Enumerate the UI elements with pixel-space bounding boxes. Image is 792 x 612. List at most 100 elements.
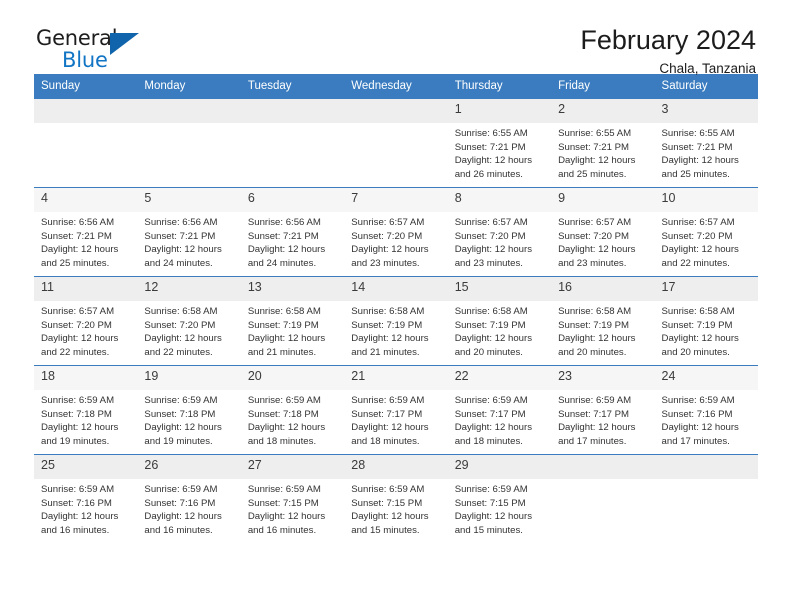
sunset-text: Sunset: 7:21 PM	[454, 141, 526, 153]
calendar-week-row: 11 Sunrise: 6:57 AM Sunset: 7:20 PM Dayligh…	[34, 276, 758, 366]
calendar-day-cell[interactable]: 15 Sunrise: 6:58 AM Sunset: 7:19 PM Dayligh…	[447, 276, 552, 366]
daylight-text-line1: Daylight: 12 hours	[351, 511, 429, 523]
daylight-text-line1: Daylight: 12 hours	[247, 511, 326, 523]
sunrise-text: Sunrise: 6:59 AM	[558, 395, 632, 406]
calendar-day-cell[interactable]: 9 Sunrise: 6:57 AM Sunset: 7:20 PM Daylight…	[551, 187, 655, 277]
daylight-text-line2: and 25 minutes.	[558, 168, 627, 180]
daylight-text-line2: and 24 minutes.	[144, 257, 213, 269]
page-title: February 2024	[580, 25, 756, 55]
calendar-body: 1 Sunrise: 6:55 AM Sunset: 7:21 PM Daylight…	[34, 98, 758, 544]
daylight-text-line2: and 22 minutes.	[41, 346, 110, 358]
sunrise-text: Sunrise: 6:57 AM	[351, 217, 425, 228]
sunrise-text: Sunrise: 6:55 AM	[558, 128, 632, 139]
sunrise-text: Sunrise: 6:58 AM	[247, 306, 321, 317]
daylight-text-line1: Daylight: 12 hours	[41, 511, 119, 523]
calendar-day-cell[interactable]: 1 Sunrise: 6:55 AM Sunset: 7:21 PM Daylight…	[447, 98, 552, 188]
calendar-day-cell[interactable]: 5 Sunrise: 6:56 AM Sunset: 7:21 PM Daylight…	[137, 187, 241, 277]
calendar-day-cell[interactable]: 3 Sunrise: 6:55 AM Sunset: 7:21 PM Daylight…	[654, 98, 758, 188]
daylight-text-line2: and 19 minutes.	[144, 435, 213, 447]
daylight-text-line1: Daylight: 12 hours	[558, 155, 636, 167]
daylight-text-line2: and 18 minutes.	[247, 435, 317, 447]
sunset-text: Sunset: 7:19 PM	[351, 319, 423, 331]
sunset-text: Sunset: 7:20 PM	[351, 230, 423, 242]
calendar-day-cell[interactable]: 21 Sunrise: 6:59 AM Sunset: 7:17 PM Dayligh…	[344, 365, 448, 455]
day-details: Sunrise: 6:59 AM Sunset: 7:18 PM Daylight:…	[137, 390, 240, 448]
sunset-text: Sunset: 7:18 PM	[247, 408, 319, 420]
day-number: 3	[654, 99, 758, 123]
sunrise-text: Sunrise: 6:59 AM	[454, 395, 528, 406]
sunrise-text: Sunrise: 6:59 AM	[41, 484, 115, 495]
calendar-day-cell[interactable]: 22 Sunrise: 6:59 AM Sunset: 7:17 PM Dayligh…	[447, 365, 552, 455]
daylight-text-line1: Daylight: 12 hours	[351, 333, 429, 345]
daylight-text-line1: Daylight: 12 hours	[661, 244, 739, 256]
daylight-text-line1: Daylight: 12 hours	[661, 422, 739, 434]
day-number	[551, 455, 655, 479]
calendar-day-cell[interactable]: 2 Sunrise: 6:55 AM Sunset: 7:21 PM Daylight…	[551, 98, 655, 188]
day-details: Sunrise: 6:59 AM Sunset: 7:17 PM Daylight:…	[551, 390, 654, 448]
calendar-day-cell[interactable]: 11 Sunrise: 6:57 AM Sunset: 7:20 PM Dayligh…	[34, 276, 138, 366]
calendar-day-cell[interactable]: 16 Sunrise: 6:58 AM Sunset: 7:19 PM Dayligh…	[551, 276, 655, 366]
day-number: 2	[551, 99, 655, 123]
calendar-page: General Blue February 2024 Chala, Tanzan…	[0, 0, 792, 612]
calendar-day-cell[interactable]: 7 Sunrise: 6:57 AM Sunset: 7:20 PM Daylight…	[344, 187, 448, 277]
calendar-day-cell[interactable]: 19 Sunrise: 6:59 AM Sunset: 7:18 PM Dayligh…	[137, 365, 241, 455]
daylight-text-line1: Daylight: 12 hours	[558, 422, 636, 434]
day-number: 14	[344, 277, 448, 301]
calendar-day-cell[interactable]: 29 Sunrise: 6:59 AM Sunset: 7:15 PM Dayligh…	[447, 454, 552, 544]
calendar-day-cell-empty	[551, 454, 655, 544]
calendar-day-cell[interactable]: 28 Sunrise: 6:59 AM Sunset: 7:15 PM Dayligh…	[344, 454, 448, 544]
sunset-text: Sunset: 7:17 PM	[351, 408, 423, 420]
calendar-day-cell[interactable]: 4 Sunrise: 6:56 AM Sunset: 7:21 PM Daylight…	[34, 187, 138, 277]
day-number: 5	[137, 188, 241, 212]
sunset-text: Sunset: 7:20 PM	[144, 319, 216, 331]
calendar-week-row: 4 Sunrise: 6:56 AM Sunset: 7:21 PM Daylight…	[34, 187, 758, 277]
sunrise-text: Sunrise: 6:55 AM	[454, 128, 528, 139]
sunset-text: Sunset: 7:21 PM	[144, 230, 216, 242]
daylight-text-line2: and 23 minutes.	[454, 257, 523, 269]
day-details: Sunrise: 6:55 AM Sunset: 7:21 PM Daylight:…	[655, 123, 758, 181]
sunrise-text: Sunrise: 6:56 AM	[144, 217, 218, 228]
daylight-text-line1: Daylight: 12 hours	[41, 244, 119, 256]
day-details: Sunrise: 6:59 AM Sunset: 7:15 PM Daylight:…	[344, 479, 447, 537]
sunrise-text: Sunrise: 6:59 AM	[247, 395, 321, 406]
calendar-day-cell[interactable]: 12 Sunrise: 6:58 AM Sunset: 7:20 PM Dayligh…	[137, 276, 241, 366]
day-number: 7	[344, 188, 448, 212]
calendar-week-row: 1 Sunrise: 6:55 AM Sunset: 7:21 PM Daylight…	[34, 98, 758, 188]
day-number: 21	[344, 366, 448, 390]
calendar-day-cell[interactable]: 17 Sunrise: 6:58 AM Sunset: 7:19 PM Dayligh…	[654, 276, 758, 366]
daylight-text-line2: and 21 minutes.	[351, 346, 420, 358]
day-details: Sunrise: 6:58 AM Sunset: 7:19 PM Daylight:…	[655, 301, 758, 359]
day-number: 17	[654, 277, 758, 301]
calendar-day-cell[interactable]: 10 Sunrise: 6:57 AM Sunset: 7:20 PM Dayligh…	[654, 187, 758, 277]
calendar-day-cell[interactable]: 8 Sunrise: 6:57 AM Sunset: 7:20 PM Daylight…	[447, 187, 552, 277]
calendar-day-cell[interactable]: 27 Sunrise: 6:59 AM Sunset: 7:15 PM Dayligh…	[240, 454, 345, 544]
sunset-text: Sunset: 7:21 PM	[558, 141, 630, 153]
calendar-day-cell[interactable]: 24 Sunrise: 6:59 AM Sunset: 7:16 PM Dayligh…	[654, 365, 758, 455]
calendar-day-cell[interactable]: 25 Sunrise: 6:59 AM Sunset: 7:16 PM Dayligh…	[34, 454, 138, 544]
sunrise-text: Sunrise: 6:56 AM	[247, 217, 321, 228]
sunset-text: Sunset: 7:16 PM	[661, 408, 733, 420]
calendar-day-cell[interactable]: 23 Sunrise: 6:59 AM Sunset: 7:17 PM Dayligh…	[551, 365, 655, 455]
day-number: 19	[137, 366, 241, 390]
calendar-day-cell[interactable]: 14 Sunrise: 6:58 AM Sunset: 7:19 PM Dayligh…	[344, 276, 448, 366]
day-details: Sunrise: 6:58 AM Sunset: 7:19 PM Daylight:…	[241, 301, 344, 359]
day-details: Sunrise: 6:58 AM Sunset: 7:19 PM Daylight:…	[551, 301, 654, 359]
day-number: 16	[551, 277, 655, 301]
daylight-text-line1: Daylight: 12 hours	[454, 511, 533, 523]
day-details: Sunrise: 6:59 AM Sunset: 7:17 PM Daylight:…	[344, 390, 447, 448]
brand-logo[interactable]: General Blue	[36, 26, 156, 78]
day-details: Sunrise: 6:55 AM Sunset: 7:21 PM Daylight:…	[448, 123, 551, 181]
calendar-day-cell[interactable]: 6 Sunrise: 6:56 AM Sunset: 7:21 PM Daylight…	[240, 187, 345, 277]
calendar-day-cell[interactable]: 20 Sunrise: 6:59 AM Sunset: 7:18 PM Dayligh…	[240, 365, 345, 455]
daylight-text-line1: Daylight: 12 hours	[41, 333, 119, 345]
day-number: 10	[654, 188, 758, 212]
calendar-day-cell[interactable]: 18 Sunrise: 6:59 AM Sunset: 7:18 PM Dayligh…	[34, 365, 138, 455]
weekday-header-tuesday: Tuesday	[240, 74, 345, 99]
calendar-day-cell[interactable]: 26 Sunrise: 6:59 AM Sunset: 7:16 PM Dayligh…	[137, 454, 241, 544]
calendar-day-cell[interactable]: 13 Sunrise: 6:58 AM Sunset: 7:19 PM Dayligh…	[240, 276, 345, 366]
daylight-text-line1: Daylight: 12 hours	[558, 333, 636, 345]
weekday-header-thursday: Thursday	[447, 74, 552, 99]
daylight-text-line2: and 23 minutes.	[351, 257, 420, 269]
daylight-text-line2: and 26 minutes.	[454, 168, 523, 180]
daylight-text-line2: and 20 minutes.	[454, 346, 523, 358]
